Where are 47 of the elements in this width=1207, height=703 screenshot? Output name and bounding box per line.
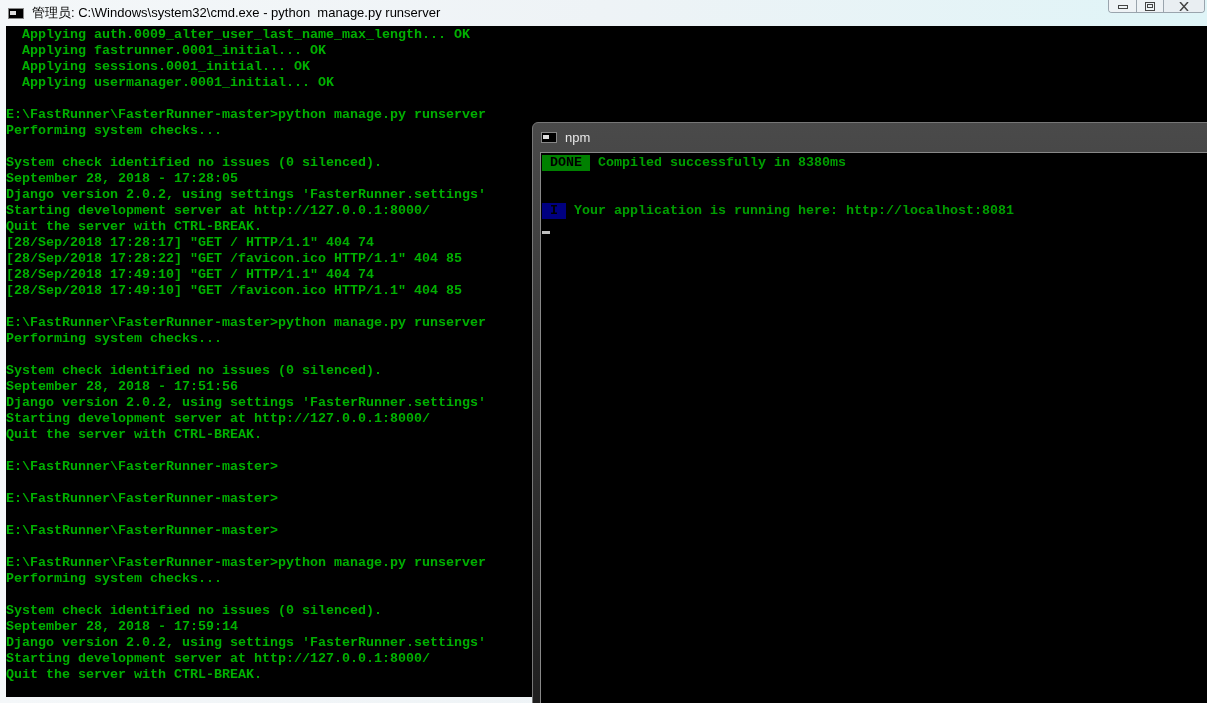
console-line: E:\FastRunner\FasterRunner-master>python manage.py runserver: [6, 107, 486, 123]
console-line: Starting development server at http://127.0.0.1:8000/: [6, 411, 430, 427]
console-line: Quit the server with CTRL-BREAK.: [6, 427, 262, 443]
console-line: September 28, 2018 - 17:51:56: [6, 379, 238, 395]
console-line: Performing system checks...: [6, 123, 222, 139]
console-line: Quit the server with CTRL-BREAK.: [6, 667, 262, 683]
console-line: System check identified no issues (0 silenced).: [6, 155, 382, 171]
console-line: Django version 2.0.2, using settings 'FasterRunner.settings': [6, 187, 486, 203]
console-line: E:\FastRunner\FasterRunner-master>python manage.py runserver: [6, 315, 486, 331]
console-icon: [541, 132, 557, 143]
console-line: E:\FastRunner\FasterRunner-master>: [6, 459, 278, 475]
console-line: Applying auth.0009_alter_user_last_name_max_length... OK: [21, 27, 470, 43]
console-line: System check identified no issues (0 silenced).: [6, 363, 382, 379]
console-line: Applying usermanager.0001_initial... OK: [21, 75, 334, 91]
console-line: Performing system checks...: [6, 331, 222, 347]
window-title: 管理员: C:\Windows\system32\cmd.exe - python manage.py runserver: [32, 4, 441, 23]
console-line: Starting development server at http://127.0.0.1:8000/: [6, 203, 430, 219]
console-line: Quit the server with CTRL-BREAK.: [6, 219, 262, 235]
minimize-icon: [1117, 4, 1128, 9]
console-icon: [8, 7, 24, 19]
close-button[interactable]: [1164, 0, 1204, 12]
console-line: September 28, 2018 - 17:59:14: [6, 619, 238, 635]
status-badge: DONE: [542, 155, 590, 171]
console-line: Compiled successfully in 8380ms: [598, 155, 846, 171]
console-line: [28/Sep/2018 17:49:10] "GET / HTTP/1.1" 404 74: [6, 267, 374, 283]
console-line: [28/Sep/2018 17:49:10] "GET /favicon.ico HTTP/1.1" 404 85: [6, 283, 462, 299]
console-line: E:\FastRunner\FasterRunner-master>python manage.py runserver: [6, 555, 486, 571]
console-line: [28/Sep/2018 17:28:22] "GET /favicon.ico HTTP/1.1" 404 85: [6, 251, 462, 267]
text-cursor: [542, 231, 550, 234]
console-line: Performing system checks...: [6, 571, 222, 587]
close-icon: [1179, 2, 1189, 11]
console-line: Starting development server at http://127.0.0.1:8000/: [6, 651, 430, 667]
console-line: E:\FastRunner\FasterRunner-master>: [6, 523, 278, 539]
console-line: September 28, 2018 - 17:28:05: [6, 171, 238, 187]
maximize-button[interactable]: [1137, 0, 1164, 12]
minimize-button[interactable]: [1109, 0, 1137, 12]
console-line: E:\FastRunner\FasterRunner-master>: [6, 491, 278, 507]
status-badge: I: [542, 203, 566, 219]
console-line: Django version 2.0.2, using settings 'FasterRunner.settings': [6, 395, 486, 411]
console-line: [28/Sep/2018 17:28:17] "GET / HTTP/1.1" 404 74: [6, 235, 374, 251]
console-line: Your application is running here: http://localhost:8081: [574, 203, 1014, 219]
console-line: System check identified no issues (0 silenced).: [6, 603, 382, 619]
console-line: Django version 2.0.2, using settings 'FasterRunner.settings': [6, 635, 486, 651]
maximize-icon: [1145, 2, 1155, 11]
window-title: npm: [565, 128, 591, 147]
console-line: Applying fastrunner.0001_initial... OK: [21, 43, 326, 59]
console-line: Applying sessions.0001_initial... OK: [21, 59, 310, 75]
